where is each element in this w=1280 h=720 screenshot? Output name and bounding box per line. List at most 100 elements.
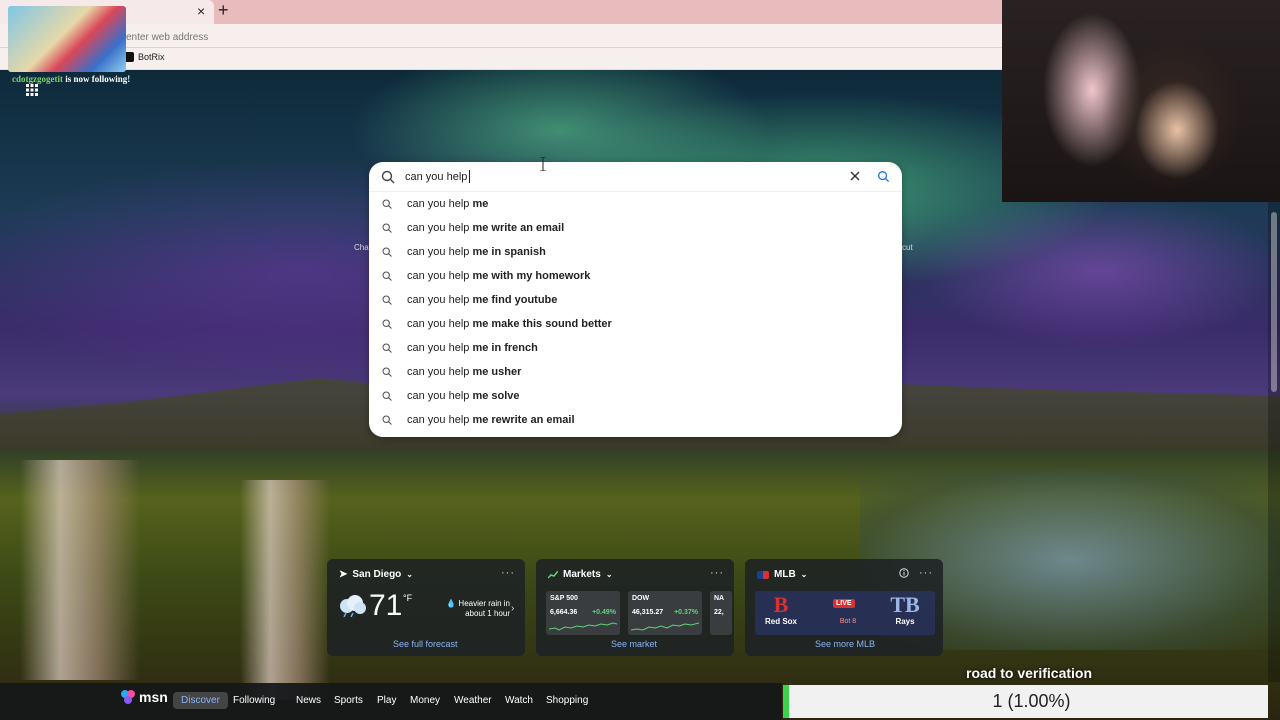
suggestion-item[interactable]: can you help me write an email xyxy=(369,217,902,241)
stock-tile[interactable]: S&P 500 6,664.36 +0.49% xyxy=(546,591,620,635)
rays-logo-icon: TB xyxy=(890,592,920,617)
search-icon xyxy=(382,343,392,353)
suggestion-prefix: can you help xyxy=(407,270,473,282)
suggestion-item[interactable]: can you help me make this sound better xyxy=(369,313,902,337)
mlb-card[interactable]: MLB ⌄ ··· B Red Sox LIVE Bot 8 TB Rays S… xyxy=(745,559,943,656)
side-label-right: cut xyxy=(902,243,913,252)
search-icon xyxy=(382,367,392,377)
suggestion-prefix: can you help xyxy=(407,342,473,354)
suggestion-item[interactable]: can you help me in spanish xyxy=(369,241,902,265)
scrollbar-thumb[interactable] xyxy=(1271,212,1277,392)
product-image xyxy=(8,6,126,72)
nav-item-shopping[interactable]: Shopping xyxy=(538,692,596,709)
search-icon xyxy=(382,295,392,305)
search-row xyxy=(369,162,902,192)
nav-item-following[interactable]: Following xyxy=(225,692,283,709)
close-tab-icon[interactable]: × xyxy=(197,3,205,19)
msn-logo[interactable]: msn xyxy=(120,689,168,705)
suggestion-completion: me solve xyxy=(472,390,520,402)
suggestion-completion: me in french xyxy=(472,342,538,354)
stock-name: S&P 500 xyxy=(550,595,578,602)
search-box: can you help mecan you help me write an … xyxy=(369,162,902,437)
info-icon[interactable] xyxy=(899,568,909,578)
suggestion-list: can you help me can you help me write an … xyxy=(369,193,902,433)
chevron-right-icon[interactable]: › xyxy=(511,603,514,614)
live-badge: LIVE xyxy=(833,599,855,608)
msn-butterfly-icon xyxy=(121,690,135,704)
suggestion-prefix: can you help xyxy=(407,414,473,426)
markets-more-icon[interactable]: ··· xyxy=(710,567,724,579)
suggestion-item[interactable]: can you help me find youtube xyxy=(369,289,902,313)
team-name: Red Sox xyxy=(764,617,797,626)
markets-trend-icon xyxy=(548,570,558,579)
temperature: 71 xyxy=(369,589,403,622)
search-icon xyxy=(382,391,392,401)
weather-more-icon[interactable]: ··· xyxy=(501,567,515,579)
suggestion-completion: me find youtube xyxy=(472,294,558,306)
address-bar xyxy=(0,24,1002,48)
stock-change: +0.49% xyxy=(592,609,616,616)
suggestion-item[interactable]: can you help me solve xyxy=(369,385,902,409)
suggestion-prefix: can you help xyxy=(407,246,473,258)
team-rays[interactable]: TB Rays xyxy=(885,592,925,627)
suggestion-text: can you help me xyxy=(407,198,488,210)
team-red-sox[interactable]: B Red Sox xyxy=(761,593,801,627)
text-caret xyxy=(469,170,470,183)
nav-item-sports[interactable]: Sports xyxy=(326,692,371,709)
goal-progress-text: 1 (1.00%) xyxy=(992,691,1071,711)
suggestion-item[interactable]: can you help me xyxy=(369,193,902,217)
suggestion-completion: me rewrite an email xyxy=(472,414,575,426)
suggestion-item[interactable]: can you help me rewrite an email xyxy=(369,409,902,433)
bookmark-botrix[interactable]: BotRix xyxy=(124,52,165,62)
stock-value: 46,315.27 xyxy=(632,609,664,616)
nav-item-discover[interactable]: Discover xyxy=(173,692,228,709)
clear-icon[interactable] xyxy=(848,169,862,183)
weather-card[interactable]: ➤ San Diego ⌄ ··· 71 °F 💧 Heavier rain i… xyxy=(327,559,525,656)
suggestion-completion: me make this sound better xyxy=(472,318,612,330)
page-scrollbar[interactable] xyxy=(1268,202,1280,682)
see-forecast-link[interactable]: See full forecast xyxy=(393,639,458,649)
mlb-logo-icon xyxy=(757,570,769,579)
suggestion-prefix: can you help xyxy=(407,198,473,210)
stock-tile[interactable]: DOW 46,315.27 +0.37% xyxy=(628,591,702,635)
temperature-unit: °F xyxy=(403,593,413,603)
chevron-down-icon: ⌄ xyxy=(605,570,613,579)
suggestion-text: can you help me solve xyxy=(407,390,520,402)
weather-location[interactable]: ➤ San Diego ⌄ xyxy=(339,569,413,580)
stock-value: 6,664.36 xyxy=(550,609,578,616)
new-tab-button[interactable]: + xyxy=(218,0,229,21)
tab-bar: × + xyxy=(0,0,1002,24)
suggestion-item[interactable]: can you help me in french xyxy=(369,337,902,361)
mlb-title: MLB xyxy=(774,569,796,580)
suggestion-completion: me write an email xyxy=(472,222,565,234)
mlb-game-panel[interactable]: B Red Sox LIVE Bot 8 TB Rays xyxy=(755,591,935,635)
nav-item-play[interactable]: Play xyxy=(369,692,404,709)
suggestion-item[interactable]: can you help me with my homework xyxy=(369,265,902,289)
nav-item-news[interactable]: News xyxy=(288,692,329,709)
markets-header[interactable]: Markets ⌄ xyxy=(548,569,613,580)
search-submit-icon[interactable] xyxy=(877,170,890,183)
address-input[interactable] xyxy=(126,29,726,45)
mlb-more-icon[interactable]: ··· xyxy=(919,567,933,579)
search-icon xyxy=(382,223,392,233)
search-input[interactable] xyxy=(405,169,825,185)
bookmark-label: BotRix xyxy=(138,52,165,62)
suggestion-item[interactable]: can you help me usher xyxy=(369,361,902,385)
markets-title: Markets xyxy=(563,569,601,580)
markets-card[interactable]: Markets ⌄ ··· S&P 500 6,664.36 +0.49% DO… xyxy=(536,559,734,656)
stock-tile[interactable]: NA 22, xyxy=(710,591,732,635)
mlb-header[interactable]: MLB ⌄ xyxy=(757,569,807,580)
webcam-feed xyxy=(1002,0,1280,202)
search-icon xyxy=(381,170,395,184)
apps-grid-icon[interactable] xyxy=(26,84,38,96)
see-market-link[interactable]: See market xyxy=(611,639,657,649)
nav-item-watch[interactable]: Watch xyxy=(497,692,541,709)
chevron-down-icon: ⌄ xyxy=(800,570,808,579)
bookmarks-bar: BotRix xyxy=(0,48,1002,70)
search-icon xyxy=(382,319,392,329)
see-more-mlb-link[interactable]: See more MLB xyxy=(815,639,875,649)
nav-item-money[interactable]: Money xyxy=(402,692,448,709)
wallpaper-waterfall xyxy=(240,480,330,700)
nav-item-weather[interactable]: Weather xyxy=(446,692,500,709)
stock-change: +0.37% xyxy=(674,609,698,616)
